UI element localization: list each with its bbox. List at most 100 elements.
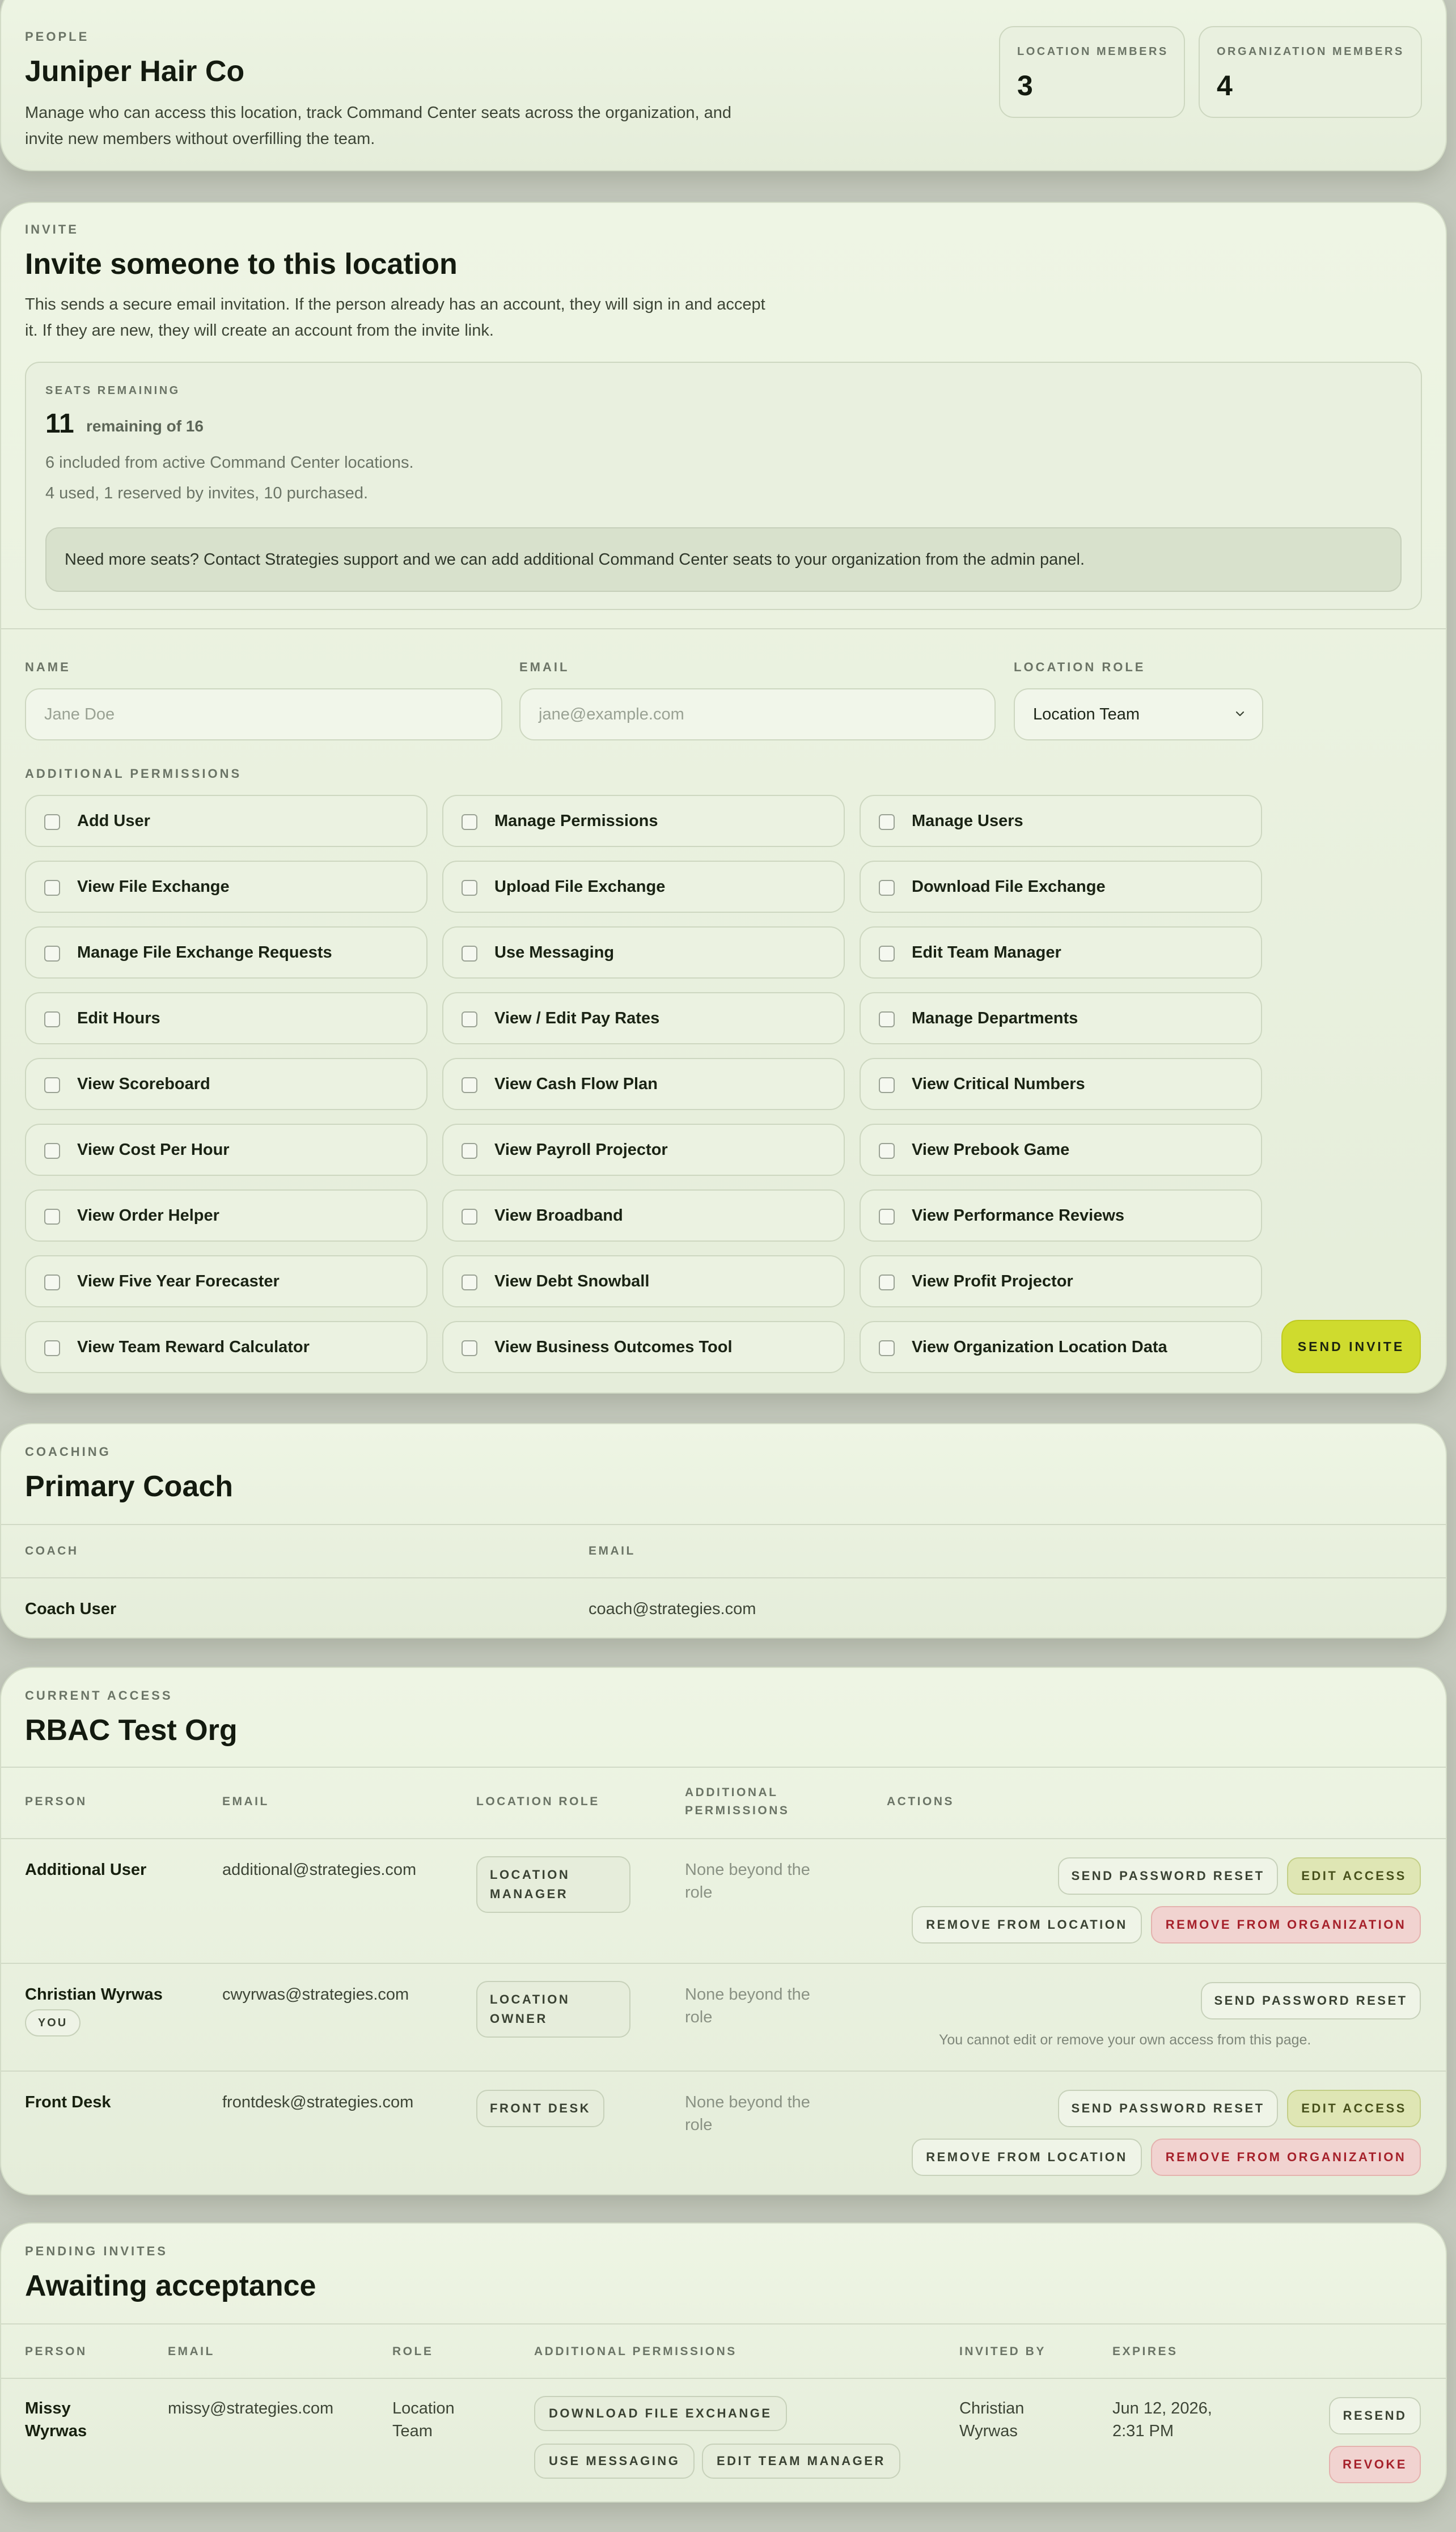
permissions-none-line1: None beyond the — [685, 2093, 810, 2111]
send-password-reset-button[interactable]: SEND PASSWORD RESET — [1058, 1857, 1278, 1895]
name-input[interactable]: Jane Doe — [25, 688, 502, 740]
permission-checkbox[interactable] — [879, 1143, 895, 1159]
permission-label: Manage File Exchange Requests — [77, 943, 332, 962]
permission-checkbox[interactable] — [879, 946, 895, 962]
permission-option[interactable]: Edit Team Manager — [860, 926, 1262, 979]
permission-option[interactable]: View Profit Projector — [860, 1255, 1262, 1307]
email-label: EMAIL — [519, 660, 570, 674]
permission-option[interactable]: View Payroll Projector — [442, 1124, 845, 1176]
permission-option[interactable]: Manage Permissions — [442, 795, 845, 847]
permission-label: Manage Permissions — [494, 812, 658, 830]
remove-from-organization-button[interactable]: REMOVE FROM ORGANIZATION — [1151, 1906, 1421, 1944]
permission-option[interactable]: View Five Year Forecaster — [25, 1255, 428, 1307]
revoke-invite-button[interactable]: REVOKE — [1329, 2446, 1421, 2483]
page-title: Juniper Hair Co — [25, 55, 245, 88]
email-input[interactable]: jane@example.com — [519, 688, 996, 740]
permission-option[interactable]: Upload File Exchange — [442, 861, 845, 913]
invitee-email: missy@strategies.com — [168, 2399, 334, 2417]
permission-option[interactable]: View Debt Snowball — [442, 1255, 845, 1307]
permission-checkbox[interactable] — [44, 1340, 60, 1356]
permission-checkbox[interactable] — [44, 1011, 60, 1027]
coach-email-column-header: EMAIL — [589, 1544, 636, 1557]
invitee-role-line1: Location — [392, 2399, 455, 2417]
permission-option[interactable]: View Performance Reviews — [860, 1189, 1262, 1242]
permission-option[interactable]: View File Exchange — [25, 861, 428, 913]
person-column-header: PERSON — [25, 1795, 87, 1808]
permission-option[interactable]: View Organization Location Data — [860, 1321, 1262, 1373]
permission-label: View Cost Per Hour — [77, 1141, 230, 1159]
permission-checkbox[interactable] — [44, 946, 60, 962]
permission-checkbox[interactable] — [44, 880, 60, 896]
coach-email: coach@strategies.com — [589, 1600, 756, 1618]
permission-checkbox[interactable] — [44, 814, 60, 830]
remove-from-location-button[interactable]: REMOVE FROM LOCATION — [912, 1906, 1142, 1944]
person-name: Christian Wyrwas — [25, 1985, 163, 2004]
permission-checkbox[interactable] — [462, 814, 477, 830]
permission-option[interactable]: View Broadband — [442, 1189, 845, 1242]
permission-option[interactable]: Add User — [25, 795, 428, 847]
permission-checkbox[interactable] — [462, 1077, 477, 1093]
permission-label: View Business Outcomes Tool — [494, 1338, 733, 1356]
permission-option[interactable]: Manage Users — [860, 795, 1262, 847]
permission-checkbox[interactable] — [462, 880, 477, 896]
edit-access-button[interactable]: EDIT ACCESS — [1287, 1857, 1421, 1895]
permission-option[interactable]: Edit Hours — [25, 992, 428, 1044]
permission-option[interactable]: View Team Reward Calculator — [25, 1321, 428, 1373]
permission-checkbox[interactable] — [462, 1209, 477, 1225]
edit-access-button[interactable]: EDIT ACCESS — [1287, 2090, 1421, 2127]
permissions-none-line2: role — [685, 2008, 713, 2026]
permission-option[interactable]: Manage Departments — [860, 992, 1262, 1044]
permissions-none-line1: None beyond the — [685, 1985, 810, 2004]
permission-option[interactable]: View Critical Numbers — [860, 1058, 1262, 1110]
permission-checkbox[interactable] — [462, 1275, 477, 1290]
permission-label: View Team Reward Calculator — [77, 1338, 310, 1356]
permission-checkbox[interactable] — [879, 814, 895, 830]
coaching-divider-mid — [1, 1577, 1446, 1578]
permission-option[interactable]: View / Edit Pay Rates — [442, 992, 845, 1044]
send-password-reset-button[interactable]: SEND PASSWORD RESET — [1201, 1982, 1421, 2019]
permission-checkbox[interactable] — [462, 1011, 477, 1027]
permission-checkbox[interactable] — [44, 1077, 60, 1093]
send-invite-button[interactable]: SEND INVITE — [1281, 1320, 1421, 1373]
permission-checkbox[interactable] — [879, 880, 895, 896]
permission-label: View Critical Numbers — [912, 1075, 1085, 1093]
permission-label: Download File Exchange — [912, 878, 1106, 896]
permission-option[interactable]: View Prebook Game — [860, 1124, 1262, 1176]
permission-checkbox[interactable] — [879, 1275, 895, 1290]
resend-invite-button[interactable]: RESEND — [1329, 2397, 1421, 2434]
permission-label: View Scoreboard — [77, 1075, 210, 1093]
permission-option[interactable]: Use Messaging — [442, 926, 845, 979]
remove-from-location-button[interactable]: REMOVE FROM LOCATION — [912, 2139, 1142, 2176]
permission-option[interactable]: View Cash Flow Plan — [442, 1058, 845, 1110]
organization-members-stat: ORGANIZATION MEMBERS 4 — [1199, 26, 1422, 118]
send-password-reset-button[interactable]: SEND PASSWORD RESET — [1058, 2090, 1278, 2127]
permission-option[interactable]: View Business Outcomes Tool — [442, 1321, 845, 1373]
permission-checkbox[interactable] — [462, 946, 477, 962]
permission-checkbox[interactable] — [44, 1275, 60, 1290]
location-members-label: LOCATION MEMBERS — [1017, 45, 1169, 58]
permission-checkbox[interactable] — [879, 1011, 895, 1027]
location-role-select[interactable]: Location Team — [1014, 688, 1263, 740]
remove-from-organization-button[interactable]: REMOVE FROM ORGANIZATION — [1151, 2139, 1421, 2176]
permissions-none-line1: None beyond the — [685, 1861, 810, 1879]
invitee-name-line1: Missy — [25, 2399, 71, 2417]
permission-option[interactable]: View Order Helper — [25, 1189, 428, 1242]
permission-checkbox[interactable] — [462, 1340, 477, 1356]
permission-checkbox[interactable] — [462, 1143, 477, 1159]
permission-checkbox[interactable] — [44, 1143, 60, 1159]
invite-eyebrow: INVITE — [25, 222, 79, 236]
permission-checkbox[interactable] — [879, 1077, 895, 1093]
location-role-badge: FRONT DESK — [476, 2090, 604, 2127]
permission-option[interactable]: Download File Exchange — [860, 861, 1262, 913]
permission-option[interactable]: View Scoreboard — [25, 1058, 428, 1110]
more-seats-notice: Need more seats? Contact Strategies supp… — [45, 527, 1402, 592]
permission-option[interactable]: Manage File Exchange Requests — [25, 926, 428, 979]
permission-checkbox[interactable] — [879, 1340, 895, 1356]
pending-person-column-header: PERSON — [25, 2345, 87, 2358]
permission-checkbox[interactable] — [879, 1209, 895, 1225]
seats-remaining-box: SEATS REMAINING 11 remaining of 16 6 inc… — [25, 362, 1422, 610]
location-role-column-header: LOCATION ROLE — [476, 1795, 600, 1808]
pending-permissions-column-header: ADDITIONAL PERMISSIONS — [534, 2345, 737, 2358]
permission-option[interactable]: View Cost Per Hour — [25, 1124, 428, 1176]
permission-checkbox[interactable] — [44, 1209, 60, 1225]
